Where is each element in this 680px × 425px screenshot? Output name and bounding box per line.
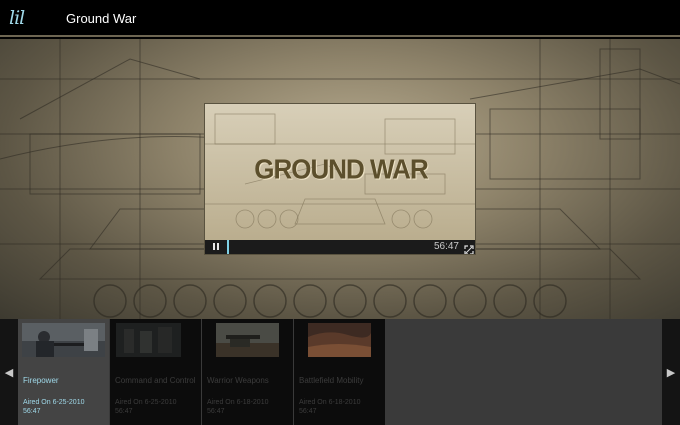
chevron-left-icon: ◀ — [4, 366, 14, 379]
episode-item[interactable]: Battlefield Mobility Aired On 6-18-2010 … — [294, 319, 385, 425]
episode-item[interactable]: Command and Control Aired On 6-25-2010 5… — [110, 319, 201, 425]
episode-air-date: Aired On 6-18-2010 — [207, 399, 269, 406]
app-logo[interactable]: lil — [9, 7, 33, 29]
episode-title: Command and Control — [115, 376, 196, 385]
time-display: 56:47 — [433, 241, 459, 252]
episode-thumbnail — [116, 323, 181, 357]
episode-air-date: Aired On 6-25-2010 — [23, 399, 85, 406]
carousel-next-button[interactable]: ▶ — [662, 319, 680, 425]
video-player[interactable]: GROUND WAR 56:47 — [204, 103, 476, 255]
carousel-prev-button[interactable]: ◀ — [0, 319, 18, 425]
episode-duration: 56:47 — [23, 408, 41, 415]
episode-air-date: Aired On 6-18-2010 — [299, 399, 361, 406]
chevron-right-icon: ▶ — [666, 366, 676, 379]
episode-thumbnail — [216, 323, 279, 357]
video-title: GROUND WAR — [254, 153, 428, 185]
video-stage: GROUND WAR 56:47 — [0, 39, 680, 319]
episode-carousel: ◀ Firepower Aired On 6-25-2010 56:47 Com… — [0, 319, 680, 425]
episode-duration: 56:47 — [115, 408, 133, 415]
episode-duration: 56:47 — [207, 408, 225, 415]
episode-title: Warrior Weapons — [207, 376, 269, 385]
fullscreen-icon — [464, 245, 474, 254]
episode-air-date: Aired On 6-25-2010 — [115, 399, 177, 406]
episode-item[interactable]: Firepower Aired On 6-25-2010 56:47 — [18, 319, 109, 425]
fullscreen-button[interactable] — [464, 242, 474, 254]
pause-button[interactable] — [209, 240, 223, 254]
episode-item[interactable]: Warrior Weapons Aired On 6-18-2010 56:47 — [202, 319, 293, 425]
pause-icon — [213, 243, 215, 250]
episode-thumbnail — [22, 323, 105, 357]
episode-list: Firepower Aired On 6-25-2010 56:47 Comma… — [18, 319, 662, 425]
episode-title: Firepower — [23, 376, 59, 385]
page-title: Ground War — [66, 11, 137, 26]
episode-thumbnail — [308, 323, 371, 357]
episode-title: Battlefield Mobility — [299, 376, 364, 385]
progress-bar[interactable] — [227, 240, 229, 254]
player-controls: 56:47 — [205, 240, 475, 254]
top-bar: lil Ground War — [0, 0, 680, 37]
episode-duration: 56:47 — [299, 408, 317, 415]
